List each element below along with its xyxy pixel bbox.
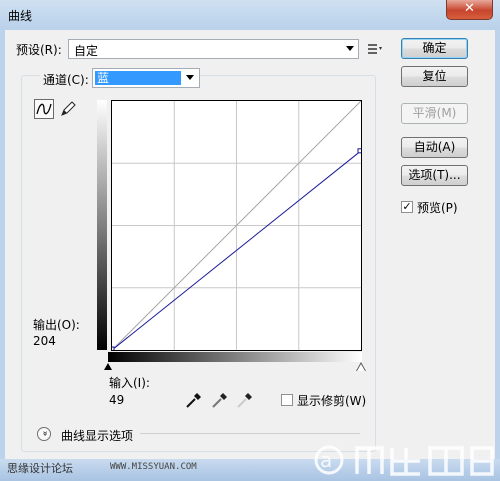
auto-button[interactable]: 自动(A) [401, 137, 468, 158]
pencil-icon[interactable] [58, 99, 78, 119]
preview-label: 预览(P) [417, 201, 458, 215]
curve-options-label[interactable]: 曲线显示选项 [61, 427, 133, 444]
window-frame-right [495, 30, 500, 481]
smooth-button[interactable]: 平滑(M) [401, 103, 468, 124]
curve-tool-icon[interactable] [34, 99, 54, 119]
channel-select[interactable]: 蓝 [92, 68, 200, 88]
channel-value: 蓝 [95, 71, 181, 85]
preset-label: 预设(R): [16, 43, 62, 57]
options-button[interactable]: 选项(T)... [401, 165, 468, 186]
show-clipping-label: 显示修剪(W) [297, 394, 367, 408]
curve-options-glyph: » [39, 430, 50, 437]
preset-value: 自定 [74, 44, 99, 58]
eyedropper-black-icon[interactable] [185, 391, 203, 409]
preview-checkbox[interactable]: ✓ [401, 201, 413, 213]
curve-graph[interactable] [111, 100, 362, 351]
close-button[interactable]: ✕ [446, 0, 493, 20]
curve-point-end [357, 148, 361, 154]
black-point-slider[interactable] [104, 363, 112, 370]
expand-icon[interactable]: » [37, 427, 51, 441]
eyedropper-gray-icon[interactable] [211, 391, 229, 409]
white-point-slider-fill [357, 364, 365, 371]
curve-point-start [112, 346, 115, 350]
reset-button[interactable]: 复位 [401, 66, 468, 87]
preset-options-icon[interactable] [367, 42, 383, 56]
chevron-down-icon [186, 75, 194, 80]
title-bar: 曲线 ✕ [0, 0, 500, 30]
watermark-text: 思缘设计论坛 [7, 462, 73, 475]
preset-select[interactable]: 自定 [68, 39, 359, 59]
watermark-url: WWW.MISSYUAN.COM [110, 462, 197, 472]
svg-text:a: a [320, 448, 332, 472]
channel-label: 通道(C): [40, 71, 92, 88]
input-value: 49 [109, 393, 125, 407]
eyedropper-white-icon[interactable] [236, 391, 254, 409]
chevron-down-icon [346, 46, 354, 51]
output-value: 204 [33, 334, 56, 348]
input-label: 输入(I): [109, 376, 150, 390]
window-title: 曲线 [8, 9, 33, 23]
close-icon: ✕ [464, 1, 475, 16]
output-gradient-bar [97, 100, 107, 350]
output-label: 输出(O): [33, 318, 80, 332]
site-logo: a [314, 445, 494, 476]
input-gradient-bar [108, 352, 362, 362]
ok-button[interactable]: 确定 [401, 38, 468, 59]
curve-graph-svg [112, 101, 361, 350]
show-clipping-checkbox[interactable] [281, 394, 293, 406]
